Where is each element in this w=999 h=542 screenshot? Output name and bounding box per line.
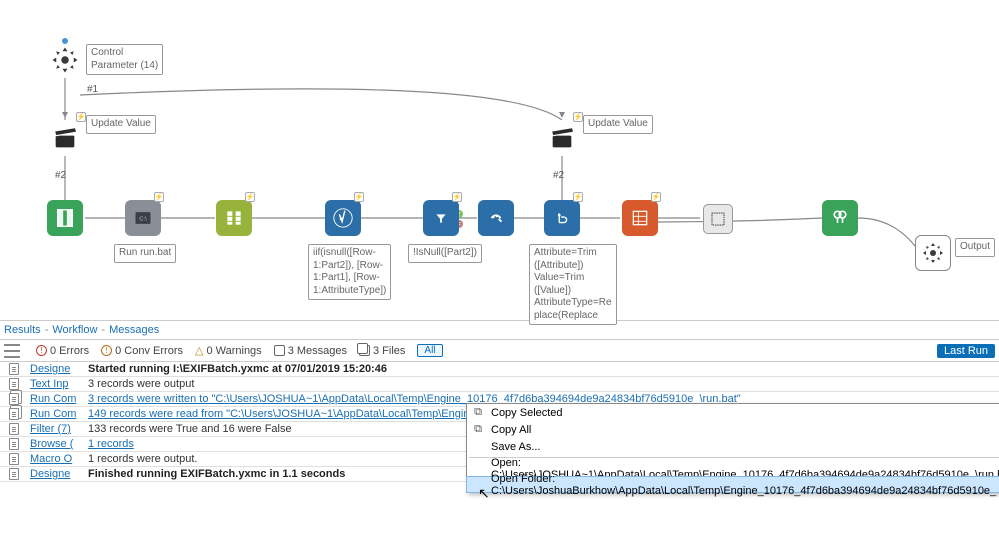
- lightning-icon: ⚡: [76, 112, 86, 122]
- crumb-messages[interactable]: Messages: [109, 324, 159, 336]
- files-icon: [9, 408, 19, 420]
- action-right-label: Update Value: [583, 115, 653, 134]
- multifield-label: Attribute=Trim ([Attribute]) Value=Trim …: [529, 244, 617, 325]
- source-link[interactable]: Run Com: [28, 408, 84, 420]
- context-menu: ⧉Copy Selected ⧉Copy All Save As... Open…: [466, 403, 999, 493]
- svg-text:C:\: C:\: [139, 217, 147, 223]
- control-parameter-tool[interactable]: [47, 42, 83, 78]
- table-row[interactable]: DesigneStarted running I:\EXIFBatch.yxmc…: [0, 362, 999, 377]
- text-input-tool[interactable]: [47, 200, 83, 236]
- wire-label-2-right: #2: [553, 170, 564, 181]
- run-command-tool[interactable]: C:\ ⚡: [125, 200, 161, 236]
- browse-tool[interactable]: [822, 200, 858, 236]
- source-link[interactable]: Macro O: [28, 453, 84, 465]
- menu-copy-all[interactable]: ⧉Copy All: [467, 421, 999, 438]
- lightning-icon: ⚡: [651, 192, 661, 202]
- wire-label-1: #1: [87, 84, 98, 95]
- message-text: 3 records were output: [84, 378, 999, 390]
- menu-icon[interactable]: [4, 344, 20, 358]
- crumb-results[interactable]: Results: [4, 324, 41, 336]
- source-link[interactable]: Filter (7): [28, 423, 84, 435]
- menu-save-as[interactable]: Save As...: [467, 438, 999, 455]
- last-run-button[interactable]: Last Run: [937, 344, 995, 358]
- wire-label-2-left: #2: [55, 170, 66, 181]
- formula-label: iif(isnull([Row- 1:Part2]), [Row- 1:Part…: [308, 244, 391, 300]
- results-breadcrumb: Results- Workflow- Messages: [0, 320, 999, 340]
- page-icon: [9, 423, 19, 435]
- message-text: Started running I:\EXIFBatch.yxmc at 07/…: [84, 363, 999, 375]
- warnings-count[interactable]: △0 Warnings: [195, 344, 262, 357]
- filter-tool[interactable]: ⚡: [423, 200, 459, 236]
- menu-open-folder[interactable]: Open Folder: C:\Users\JoshuaBurkhow\AppD…: [466, 476, 999, 493]
- action-left-label: Update Value: [86, 115, 156, 134]
- page-icon: [9, 363, 19, 375]
- files-count[interactable]: 3 Files: [359, 345, 405, 357]
- conv-errors-count[interactable]: !0 Conv Errors: [101, 345, 183, 357]
- page-icon: [9, 468, 19, 480]
- run-bat-label: Run run.bat: [114, 244, 176, 263]
- errors-count[interactable]: !0 Errors: [36, 345, 89, 357]
- copy-all-icon: ⧉: [471, 423, 485, 436]
- lightning-icon: ⚡: [245, 192, 255, 202]
- workflow-canvas[interactable]: T F #1 #2 #2 Control Parameter (14) ⚡ Up…: [0, 0, 999, 320]
- lightning-icon: ⚡: [154, 192, 164, 202]
- source-link[interactable]: Text Inp: [28, 378, 84, 390]
- page-icon: [9, 453, 19, 465]
- copy-icon: ⧉: [471, 406, 485, 419]
- container-tool[interactable]: [703, 204, 733, 234]
- results-toolbar: !0 Errors !0 Conv Errors △0 Warnings 3 M…: [0, 340, 999, 362]
- filter-all-button[interactable]: All: [417, 344, 442, 357]
- lightning-icon: ⚡: [354, 192, 364, 202]
- source-link[interactable]: Designe: [28, 363, 84, 375]
- output-label: Output: [955, 238, 995, 257]
- lightning-icon: ⚡: [573, 112, 583, 122]
- filter-label: !IsNull([Part2]): [408, 244, 482, 263]
- table-row[interactable]: Text Inp3 records were output: [0, 377, 999, 392]
- page-icon: [9, 378, 19, 390]
- macro-output-tool[interactable]: [915, 235, 951, 271]
- action-tool-left[interactable]: ⚡: [47, 120, 83, 156]
- source-link[interactable]: Designe: [28, 468, 84, 480]
- multirow-formula-tool[interactable]: ⚡: [325, 200, 361, 236]
- source-link[interactable]: Browse (: [28, 438, 84, 450]
- page-icon: [9, 438, 19, 450]
- menu-copy-selected[interactable]: ⧉Copy Selected: [467, 404, 999, 421]
- select-tool[interactable]: ⚡: [216, 200, 252, 236]
- lightning-icon: ⚡: [452, 192, 462, 202]
- action-tool-right[interactable]: ⚡: [544, 120, 580, 156]
- source-link[interactable]: Run Com: [28, 393, 84, 405]
- text-columns-tool[interactable]: [478, 200, 514, 236]
- files-icon: [9, 393, 19, 405]
- crumb-workflow[interactable]: Workflow: [52, 324, 97, 336]
- multifield-formula-tool[interactable]: ⚡: [544, 200, 580, 236]
- lightning-icon: ⚡: [573, 192, 583, 202]
- control-parameter-label: Control Parameter (14): [86, 44, 163, 75]
- crosstab-tool[interactable]: ⚡: [622, 200, 658, 236]
- messages-count[interactable]: 3 Messages: [274, 345, 347, 357]
